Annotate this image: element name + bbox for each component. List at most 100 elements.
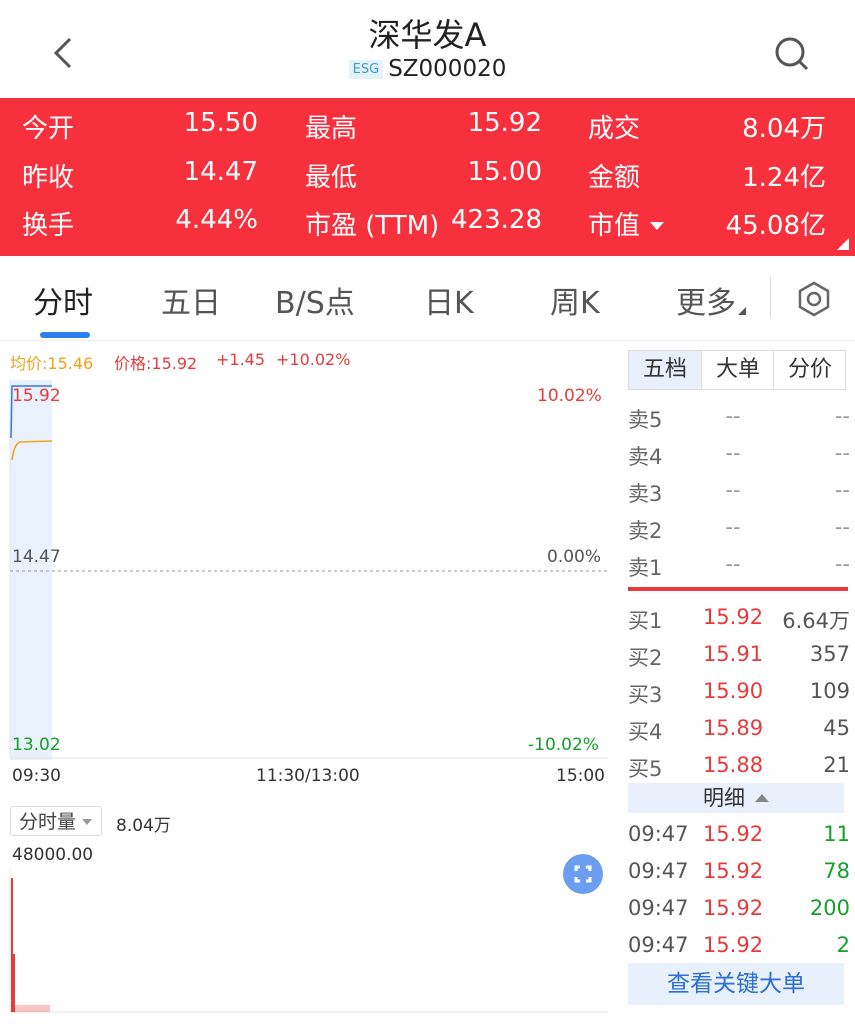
detail-header[interactable]: 明细 [628,783,844,813]
stock-code-row: ESG SZ000020 [0,56,855,82]
collapse-arrow-icon [755,794,769,802]
tab-more-label: 更多 [676,286,736,321]
stock-title: 深华发A [368,16,487,54]
amount-label: 金额 [588,163,641,193]
y-top-label: 15.92 [12,386,61,406]
sell-row: 卖1 -- -- [628,552,850,582]
price-legend: 价格:15.92 [114,354,198,373]
view-big-orders-button[interactable]: 查看关键大单 [628,963,844,1005]
app-header: 深华发A ESG SZ000020 [0,0,855,98]
fullscreen-icon[interactable] [563,854,603,894]
turnover-value: 4.44% [175,205,258,235]
change-legend: +1.45 [216,350,266,369]
time-mid-label: 11:30/13:00 [256,766,360,786]
order-book-tabs: 五档 大单 分价 [628,350,846,390]
sell-level-label: 卖4 [628,445,663,469]
expand-corner-icon[interactable] [837,238,849,250]
sell-row: 卖4 -- -- [628,441,850,471]
dropdown-icon [82,819,93,825]
sell-price: -- [725,478,741,502]
mktcap-selector[interactable]: 市值 [588,205,665,242]
trade-price: 15.92 [702,896,764,920]
buy-volume: 357 [809,642,850,666]
buy-price: 15.88 [702,753,764,777]
tab-five-levels[interactable]: 五档 [629,351,701,389]
tab-divider [770,276,771,318]
open-value: 15.50 [183,108,258,138]
volume-type-label: 分时量 [19,811,77,833]
volume-value: 8.04万 [742,114,826,144]
tab-intraday[interactable]: 分时 [33,278,93,322]
quote-panel[interactable]: 今开 15.50 最高 15.92 成交 8.04万 昨收 14.47 最低 1… [0,98,855,256]
tab-big-orders[interactable]: 大单 [701,351,774,389]
chart-highlight-area [10,380,52,760]
sell-price: -- [725,441,741,465]
sell-volume: -- [834,515,850,539]
active-tab-indicator [40,332,90,338]
sell-volume: -- [834,552,850,576]
sell-level-label: 卖3 [628,482,663,506]
buy-price: 15.92 [702,605,764,629]
pct-bottom-label: -10.02% [528,735,599,755]
stock-code: SZ000020 [388,56,507,82]
turnover-label: 换手 [22,211,75,241]
prev-close-label: 昨收 [22,163,75,193]
tab-daily-k[interactable]: 日K [424,278,474,322]
sell-level-label: 卖1 [628,556,663,580]
trade-row: 09:47 15.92 2 [628,933,850,963]
buy-volume: 6.64万 [782,609,850,633]
buy-row: 买4 15.89 45 [628,716,850,746]
volume-chart [9,870,608,1013]
high-label: 最高 [305,114,358,144]
trade-volume: 200 [809,896,850,920]
mktcap-value: 45.08亿 [725,211,826,241]
settings-icon[interactable] [796,281,832,317]
search-icon[interactable] [772,34,812,74]
volume-total: 8.04万 [116,816,171,836]
esg-badge[interactable]: ESG [348,60,384,79]
sell-volume: -- [834,478,850,502]
trade-price: 15.92 [702,859,764,883]
tab-weekly-k[interactable]: 周K [550,278,600,322]
volume-type-select[interactable]: 分时量 [10,806,102,836]
sell-volume: -- [834,404,850,428]
open-label: 今开 [22,114,75,144]
buy-level-label: 买5 [628,757,663,781]
trade-row: 09:47 15.92 200 [628,896,850,926]
volume-bar-1 [11,878,13,1012]
intraday-chart[interactable] [0,378,618,763]
corner-caret-icon [738,307,746,315]
volume-label: 成交 [588,114,641,144]
amount-value: 1.24亿 [742,163,826,193]
mktcap-label: 市值 [588,211,641,241]
time-start-label: 09:30 [12,766,61,786]
tab-price-split[interactable]: 分价 [773,351,846,389]
buy-level-label: 买1 [628,609,663,633]
sell-level-label: 卖5 [628,408,663,432]
buy-price: 15.91 [702,642,764,666]
tab-five-day[interactable]: 五日 [161,278,221,322]
sell-row: 卖2 -- -- [628,515,850,545]
sell-row: 卖3 -- -- [628,478,850,508]
sell-price: -- [725,404,741,428]
trade-price: 15.92 [702,822,764,846]
volume-bar-2 [13,954,15,1012]
price-divider [628,587,848,591]
buy-volume: 45 [823,716,850,740]
y-bottom-label: 13.02 [12,735,61,755]
tab-more[interactable]: 更多 [676,278,746,322]
buy-level-label: 买3 [628,683,663,707]
trade-row: 09:47 15.92 78 [628,859,850,889]
pe-value: 423.28 [451,205,542,235]
prev-close-value: 14.47 [183,157,258,187]
tab-bs-points[interactable]: B/S点 [275,278,355,322]
volume-bar-rest [15,1005,50,1012]
buy-level-label: 买4 [628,720,663,744]
buy-price: 15.90 [702,679,764,703]
buy-row: 买5 15.88 21 [628,753,850,783]
sell-volume: -- [834,441,850,465]
caret-down-icon [650,222,665,230]
time-end-label: 15:00 [556,766,605,786]
chart-tabs: 分时 五日 B/S点 日K 周K 更多 [0,256,855,341]
trade-volume: 78 [823,859,850,883]
